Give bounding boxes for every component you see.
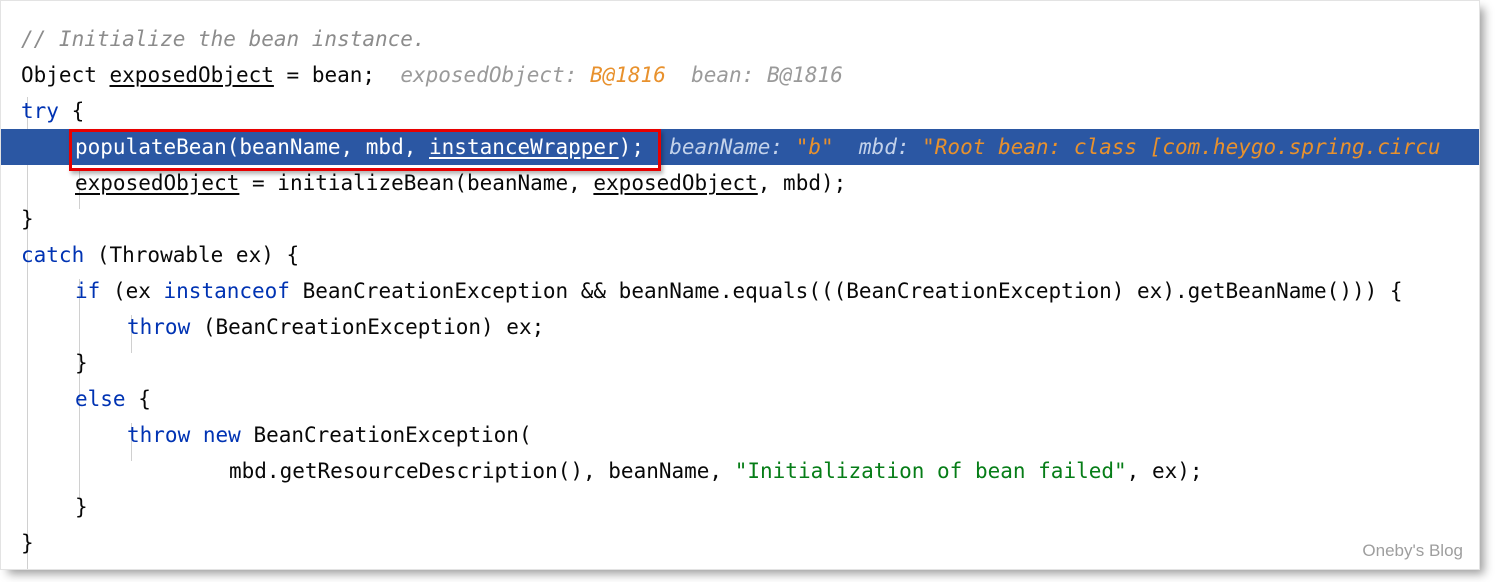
code-line-text: try {: [21, 93, 84, 129]
code-line[interactable]: try {: [1, 93, 1479, 129]
code-line-current[interactable]: populateBean(beanName, mbd, instanceWrap…: [1, 129, 1479, 165]
code-token-plain: BeanCreationException && beanName.equals…: [289, 279, 1403, 303]
code-line-text: mbd.getResourceDescription(), beanName, …: [229, 453, 1203, 489]
code-line[interactable]: }: [1, 201, 1479, 237]
code-line[interactable]: exposedObject = initializeBean(beanName,…: [1, 165, 1479, 201]
code-line[interactable]: if (ex instanceof BeanCreationException …: [1, 273, 1479, 309]
code-line-text: populateBean(beanName, mbd, instanceWrap…: [75, 129, 1441, 165]
code-line-text: if (ex instanceof BeanCreationException …: [75, 273, 1403, 309]
code-line-text: }: [75, 345, 88, 381]
code-token-plain: , ex);: [1126, 459, 1203, 483]
code-line-text: throw new BeanCreationException(: [127, 417, 532, 453]
code-token-ul: instanceWrapper: [429, 135, 619, 159]
code-token-ul: exposedObject: [75, 171, 240, 195]
code-token-kw: catch: [21, 243, 85, 267]
code-token-plain: (ex: [100, 279, 164, 303]
code-token-plain: }: [75, 495, 88, 519]
code-token-cmt: // Initialize the bean instance.: [21, 27, 426, 51]
code-token-plain: , mbd);: [757, 171, 847, 195]
code-line-text: catch (Throwable ex) {: [21, 237, 299, 273]
code-line-text: }: [21, 525, 34, 561]
code-line[interactable]: mbd.getResourceDescription(), beanName, …: [1, 453, 1479, 489]
code-token-str: "Initialization of bean failed": [734, 459, 1127, 483]
code-token-plain: populateBean(beanName, mbd,: [75, 135, 430, 159]
code-token-plain: );: [618, 135, 670, 159]
code-token-hintval: B@1816: [589, 63, 666, 87]
code-token-plain: = bean;: [273, 63, 401, 87]
code-token-hintval: "b": [795, 135, 834, 159]
code-line-text: throw (BeanCreationException) ex;: [127, 309, 544, 345]
code-token-hint: mbd:: [833, 135, 923, 159]
code-token-plain: BeanCreationException(: [240, 423, 532, 447]
code-line-text: }: [75, 489, 88, 525]
code-line[interactable]: }: [1, 345, 1479, 381]
code-line[interactable]: throw new BeanCreationException(: [1, 417, 1479, 453]
code-token-plain: = initializeBean(beanName,: [239, 171, 594, 195]
code-token-ul: exposedObject: [109, 63, 274, 87]
code-line[interactable]: }: [1, 525, 1479, 561]
code-token-kw: try: [21, 99, 59, 123]
code-line-text: }: [21, 201, 34, 237]
code-token-kw: instanceof: [163, 279, 290, 303]
code-line[interactable]: else {: [1, 381, 1479, 417]
code-token-plain: mbd.getResourceDescription(), beanName,: [229, 459, 735, 483]
code-surface[interactable]: // Initialize the bean instance. Object e…: [1, 1, 1479, 569]
code-line[interactable]: }: [1, 489, 1479, 525]
code-editor-window: // Initialize the bean instance. Object e…: [0, 0, 1480, 570]
code-line-text: exposedObject = initializeBean(beanName,…: [75, 165, 846, 201]
code-line-text: else {: [75, 381, 151, 417]
code-token-plain: Object: [21, 63, 110, 87]
code-line[interactable]: // Initialize the bean instance.: [1, 21, 1479, 57]
code-line[interactable]: catch (Throwable ex) {: [1, 237, 1479, 273]
code-token-kw: throw: [127, 315, 191, 339]
code-token-hint: beanName:: [669, 135, 796, 159]
code-token-plain: {: [125, 387, 151, 411]
code-token-plain: }: [21, 531, 34, 555]
code-line[interactable]: Object exposedObject = bean; exposedObje…: [1, 57, 1479, 93]
code-token-kw: else: [75, 387, 126, 411]
code-token-plain: }: [21, 207, 34, 231]
code-token-plain: (Throwable ex) {: [84, 243, 300, 267]
code-token-ul: exposedObject: [593, 171, 758, 195]
code-line-text: // Initialize the bean instance.: [21, 21, 426, 57]
code-token-plain: {: [58, 99, 85, 123]
code-token-kw: if: [75, 279, 101, 303]
code-token-plain: }: [75, 351, 88, 375]
code-token-plain: (BeanCreationException) ex;: [190, 315, 545, 339]
code-token-hintval: "Root bean: class [com.heygo.spring.circ…: [922, 135, 1441, 159]
code-token-hint: exposedObject:: [400, 63, 590, 87]
code-line[interactable]: throw (BeanCreationException) ex;: [1, 309, 1479, 345]
code-token-kw: throw new: [127, 423, 241, 447]
watermark-label: Oneby's Blog: [1362, 541, 1463, 560]
code-token-hint: bean: B@1816: [665, 63, 843, 87]
code-line-text: Object exposedObject = bean; exposedObje…: [21, 57, 843, 93]
